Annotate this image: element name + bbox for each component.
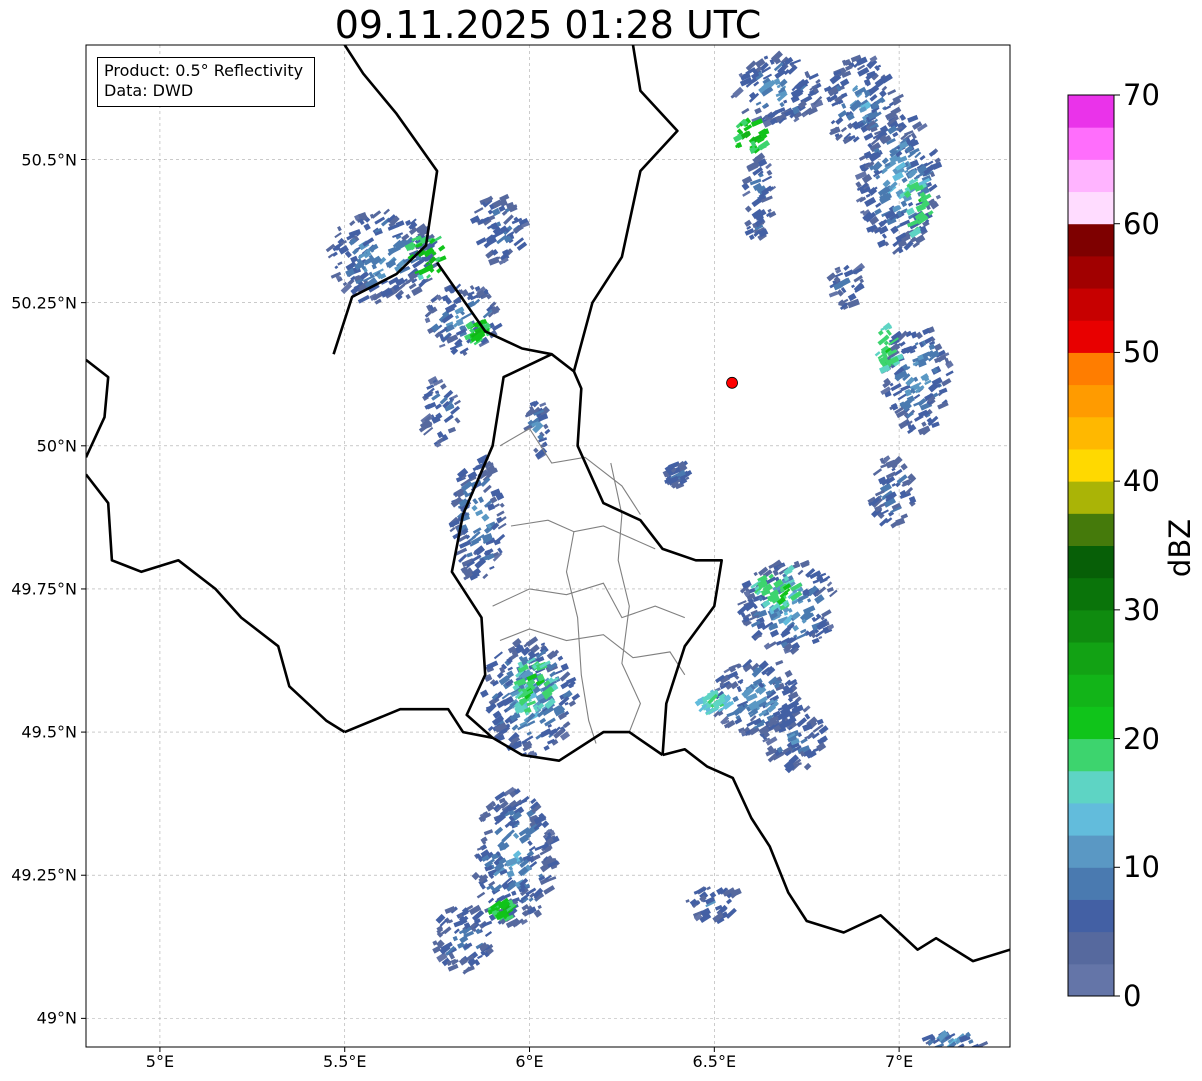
lon-tick-label: 5°E <box>145 1052 175 1071</box>
colorbar-segment <box>1068 127 1114 160</box>
colorbar-tick-label: 60 <box>1123 206 1160 241</box>
colorbar-segment <box>1068 835 1114 868</box>
colorbar-tick-label: 30 <box>1123 592 1160 627</box>
colorbar-segment <box>1068 770 1114 804</box>
info-box: Product: 0.5° Reflectivity Data: DWD <box>97 57 315 107</box>
colorbar-tick-label: 40 <box>1123 464 1160 499</box>
radar-site-dot <box>726 376 738 389</box>
colorbar-segment <box>1068 223 1114 257</box>
echo-cell <box>934 1047 942 1053</box>
colorbar-segment <box>1068 159 1114 193</box>
colorbar-tick-label: 10 <box>1123 850 1160 885</box>
lat-tick-label: 49.5°N <box>21 722 77 742</box>
data-source-label: Data: DWD <box>104 81 194 100</box>
colorbar <box>1067 94 1120 997</box>
lon-tick-label: 7°E <box>884 1052 914 1071</box>
colorbar-segment <box>1068 609 1114 643</box>
colorbar-segment <box>1068 706 1114 740</box>
product-label: Product: 0.5° Reflectivity <box>104 61 304 80</box>
colorbar-segment <box>1068 577 1114 611</box>
colorbar-segment <box>1068 384 1114 418</box>
echo-cell <box>963 1048 970 1055</box>
colorbar-tick-label: 50 <box>1123 335 1160 370</box>
colorbar-segment <box>1068 899 1114 933</box>
colorbar-segment <box>1068 963 1114 997</box>
colorbar-tick-label: 70 <box>1123 78 1160 112</box>
lat-tick-label: 50.5°N <box>21 150 77 169</box>
colorbar-segment <box>1068 288 1114 321</box>
lat-tick-label: 50°N <box>36 436 77 456</box>
colorbar-segment <box>1068 191 1114 225</box>
colorbar-segment <box>1068 802 1114 836</box>
radar-map <box>81 44 1120 1055</box>
colorbar-segment <box>1068 448 1114 482</box>
colorbar-segment <box>1068 867 1114 900</box>
colorbar-label: dBZ <box>1163 518 1197 578</box>
echo-cell <box>954 1047 960 1053</box>
colorbar-segment <box>1068 642 1114 675</box>
lon-tick-label: 6.5°E <box>692 1052 737 1071</box>
lon-tick-label: 5.5°E <box>322 1052 367 1071</box>
colorbar-segment <box>1068 352 1114 386</box>
lat-tick-label: 49.75°N <box>11 579 77 599</box>
colorbar-segment <box>1068 738 1114 772</box>
radar-site-marker <box>726 376 738 389</box>
colorbar-segment <box>1068 255 1114 289</box>
colorbar-segment <box>1068 513 1114 546</box>
echo-cell <box>959 1048 968 1054</box>
colorbar-segment <box>1068 320 1114 353</box>
colorbar-tick-label: 0 <box>1123 979 1142 1013</box>
colorbar-segment <box>1068 674 1114 707</box>
lat-tick-label: 50.25°N <box>11 293 77 313</box>
colorbar-segment <box>1068 95 1114 128</box>
colorbar-segment <box>1068 545 1114 579</box>
lat-tick-label: 49.25°N <box>11 865 77 885</box>
lon-tick-label: 6°E <box>515 1052 544 1071</box>
colorbar-segment <box>1068 481 1114 514</box>
colorbar-segment <box>1068 416 1114 450</box>
lat-tick-label: 49°N <box>36 1008 77 1028</box>
colorbar-segment <box>1068 931 1114 965</box>
colorbar-tick-label: 20 <box>1123 721 1160 756</box>
